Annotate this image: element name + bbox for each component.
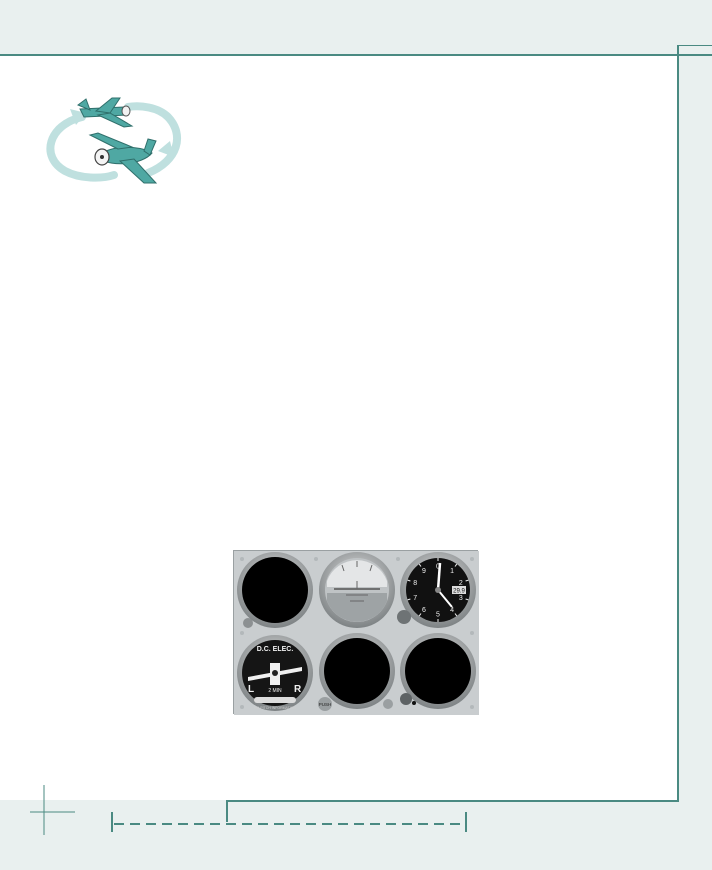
- right-rule: [677, 46, 679, 802]
- turn-coordinator-fine-print: NO PITCH INFORMATION: [254, 706, 296, 710]
- bottom-crosshair: [30, 785, 75, 835]
- altimeter-digit: 6: [422, 607, 426, 614]
- turn-right-mark: R: [294, 684, 302, 695]
- attitude-indicator: [319, 552, 395, 628]
- turn-left-mark: L: [248, 684, 254, 695]
- altimeter-digit: 3: [459, 595, 463, 602]
- altimeter-digit: 5: [436, 612, 440, 619]
- altimeter-digit: 4: [450, 607, 454, 614]
- bottom-rule: [226, 800, 679, 802]
- altimeter-digit: 7: [413, 595, 417, 602]
- knob-label: PUSH: [319, 702, 332, 707]
- two-airplanes-circling-icon: [40, 95, 190, 190]
- altimeter-digit: 1: [450, 568, 454, 575]
- corner-tick-top: [677, 45, 712, 46]
- turn-coordinator-sub-label: 2 MIN: [268, 688, 282, 694]
- altimeter-window: 29.9: [453, 589, 465, 595]
- top-rule: [0, 54, 712, 56]
- altimeter-digit: 8: [413, 580, 417, 587]
- gauge-bottom-right: [400, 633, 476, 709]
- instrument-panel-image: 0123456789 29.9 D.C. ELEC. L R 2 MIN NO …: [233, 550, 479, 715]
- altimeter-digit: 9: [422, 568, 426, 575]
- turn-coordinator: D.C. ELEC. L R 2 MIN NO PITCH INFORMATIO…: [237, 635, 313, 711]
- dashed-ruler: [111, 812, 467, 832]
- gauge-top-left: [237, 552, 313, 628]
- turn-coordinator-label: D.C. ELEC.: [257, 646, 294, 653]
